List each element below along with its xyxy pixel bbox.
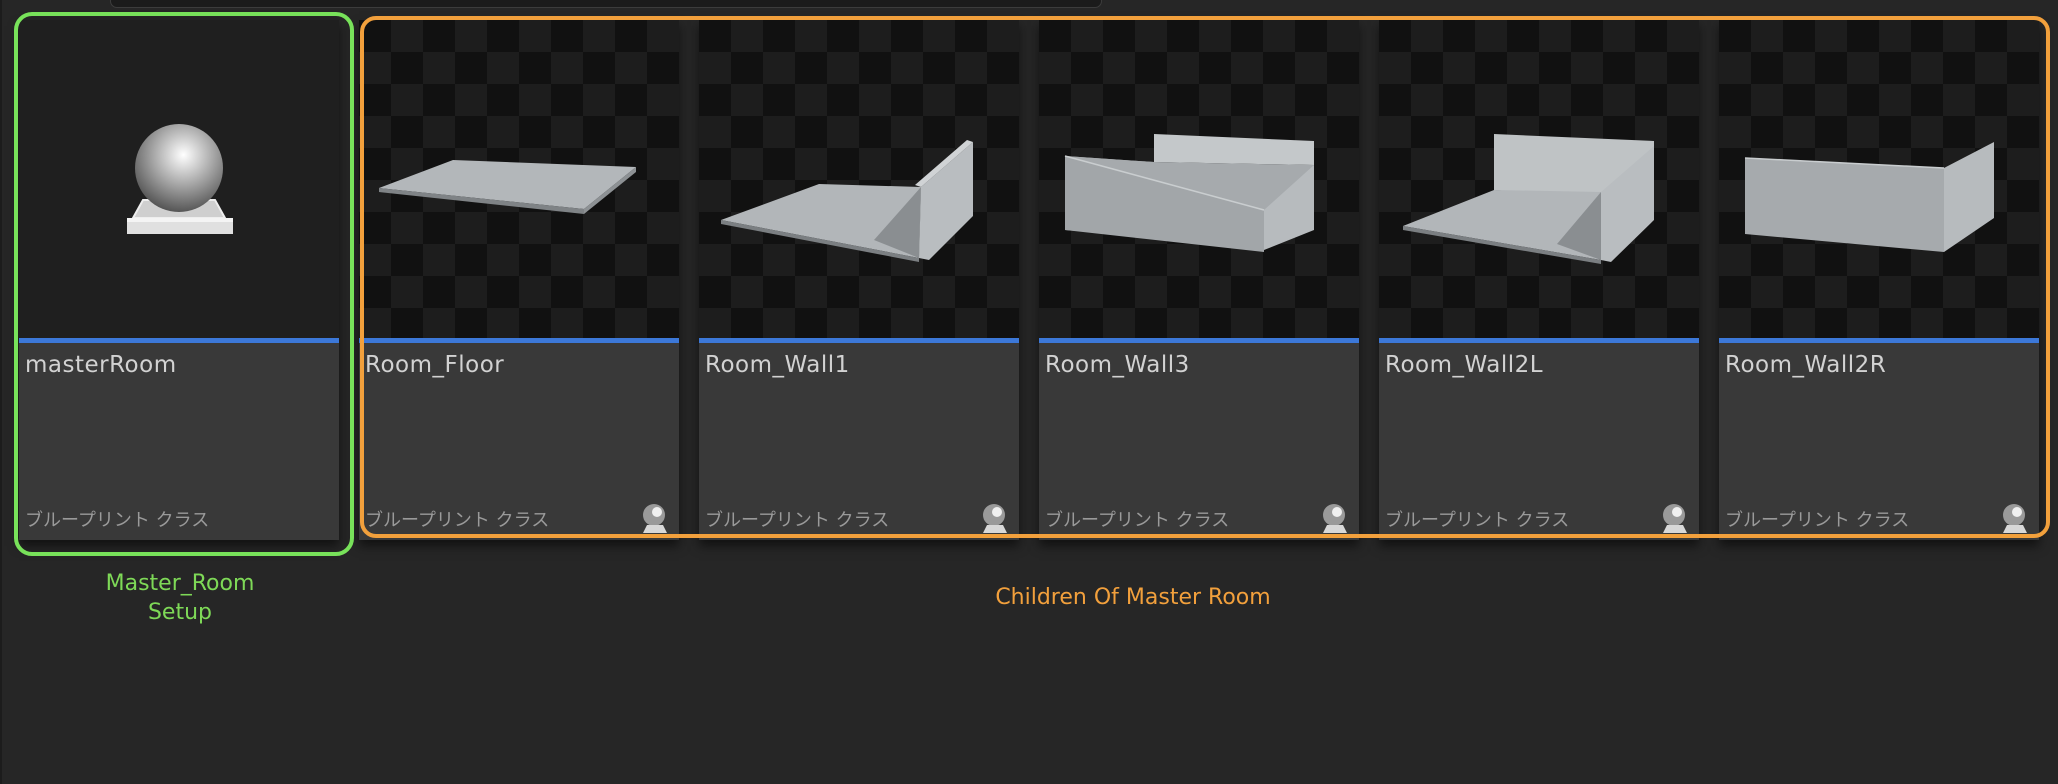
asset-type: ブループリント クラス: [1385, 510, 1570, 531]
asset-name: Room_Wall3: [1045, 352, 1190, 378]
asset-name: Room_Wall2L: [1385, 352, 1544, 378]
asset-type: ブループリント クラス: [25, 510, 210, 531]
asset-name: Room_Wall2R: [1725, 352, 1887, 378]
asset-tile-room-wall2r[interactable]: Room_Wall2R ブループリント クラス: [1719, 20, 2039, 540]
asset-name: masterRoom: [25, 352, 177, 378]
blueprint-class-icon: [1317, 500, 1353, 536]
asset-thumbnail: [19, 20, 339, 338]
asset-thumbnail: [1379, 20, 1699, 338]
asset-type-bar: [1719, 338, 2039, 343]
asset-tile-masterroom[interactable]: masterRoom ブループリント クラス: [19, 20, 339, 540]
asset-type: ブループリント クラス: [705, 510, 890, 531]
blueprint-class-icon: [977, 500, 1013, 536]
asset-thumbnail: [1039, 20, 1359, 338]
asset-type: ブループリント クラス: [365, 510, 550, 531]
blueprint-class-icon: [1997, 500, 2033, 536]
asset-thumbnail: [1719, 20, 2039, 338]
asset-type-bar: [699, 338, 1019, 343]
asset-type-bar: [1039, 338, 1359, 343]
asset-thumbnail: [699, 20, 1019, 338]
blueprint-class-icon: [1657, 500, 1693, 536]
panel-divider: [0, 0, 2, 784]
children-of-master-room-label: Children Of Master Room: [995, 585, 1271, 610]
master-room-setup-label: Master_Room Setup: [105, 571, 255, 625]
asset-tile-room-wall2l[interactable]: Room_Wall2L ブループリント クラス: [1379, 20, 1699, 540]
asset-name: Room_Floor: [365, 352, 505, 378]
asset-tile-room-floor[interactable]: Room_Floor ブループリント クラス: [359, 20, 679, 540]
asset-tile-room-wall3[interactable]: Room_Wall3 ブループリント クラス: [1039, 20, 1359, 540]
asset-name: Room_Wall1: [705, 352, 850, 378]
asset-tile-room-wall1[interactable]: Room_Wall1 ブループリント クラス: [699, 20, 1019, 540]
asset-type: ブループリント クラス: [1725, 510, 1910, 531]
asset-type: ブループリント クラス: [1045, 510, 1230, 531]
blueprint-class-icon: [637, 500, 673, 536]
search-bar[interactable]: [110, 0, 1102, 8]
asset-type-bar: [359, 338, 679, 343]
asset-type-bar: [19, 338, 339, 343]
asset-thumbnail: [359, 20, 679, 338]
asset-type-bar: [1379, 338, 1699, 343]
